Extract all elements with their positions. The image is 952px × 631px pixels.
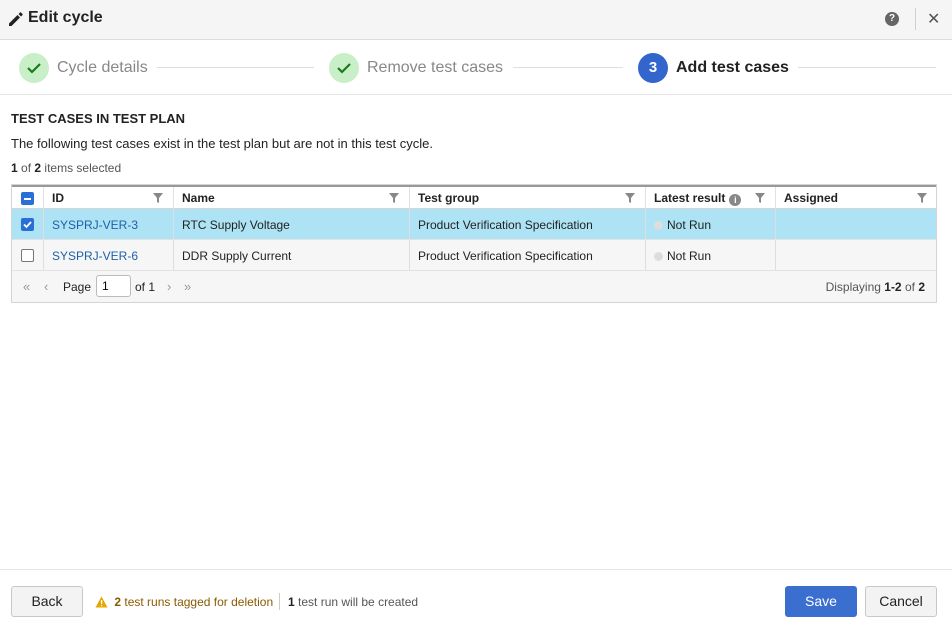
next-page-icon[interactable]: › [167, 279, 171, 294]
display-summary: Displaying 1-2 of 2 [826, 280, 925, 294]
test-group: Product Verification Specification [418, 249, 593, 263]
pencil-icon [9, 12, 23, 26]
wizard-stepper: Cycle details Remove test cases 3 Add te… [0, 40, 952, 95]
help-icon[interactable]: ? [885, 12, 899, 26]
column-header-assigned[interactable]: Assigned [776, 187, 936, 210]
column-label-wrap: Latest result i [654, 191, 742, 206]
filter-icon[interactable] [389, 193, 399, 203]
selection-summary: 1 of 2 items selected [11, 161, 121, 175]
latest-result-cell: Not Run [646, 240, 776, 270]
test-case-id-link[interactable]: SYSPRJ-VER-3 [52, 218, 138, 232]
grid-pager: « ‹ Page of 1 › » Displaying 1-2 of 2 [12, 271, 936, 302]
cancel-button[interactable]: Cancel [865, 586, 937, 617]
name-cell: DDR Supply Current [174, 240, 410, 270]
warning-count: 2 [114, 595, 122, 609]
test-cases-grid: ID Name Test group Latest result i Assign… [11, 184, 937, 303]
dialog-footer: Back 2 test runs tagged for deletion 1 t… [0, 569, 952, 631]
step-remove-test-cases[interactable]: Remove test cases [367, 59, 503, 77]
page-label: Page [63, 280, 92, 294]
row-select-cell [12, 240, 44, 270]
row-checkbox[interactable] [21, 218, 34, 231]
test-case-name: DDR Supply Current [182, 249, 292, 263]
selected-total: 2 [34, 161, 42, 175]
status-dot-icon [654, 221, 663, 230]
latest-result-text: Not Run [667, 249, 712, 263]
edit-cycle-dialog: Edit cycle ? ✕ Cycle details Remove test… [0, 0, 952, 631]
header-divider [915, 8, 916, 30]
deletion-warning: 2 test runs tagged for deletion [95, 595, 273, 609]
filter-icon[interactable] [625, 193, 635, 203]
column-label: Latest result [654, 191, 726, 205]
creation-count: 1 [288, 595, 295, 609]
column-label: ID [52, 191, 64, 205]
table-row[interactable]: SYSPRJ-VER-6 DDR Supply Current Product … [12, 240, 936, 271]
last-page-icon[interactable]: » [184, 279, 191, 294]
latest-result: Not Run [654, 249, 711, 263]
name-cell: RTC Supply Voltage [174, 209, 410, 239]
step-connector [798, 67, 936, 68]
selected-count: 1 [11, 161, 18, 175]
step-cycle-details[interactable]: Cycle details [57, 59, 148, 77]
column-label: Test group [418, 191, 480, 205]
column-header-latest-result[interactable]: Latest result i [646, 187, 776, 210]
filter-icon[interactable] [153, 193, 163, 203]
filter-icon[interactable] [755, 193, 765, 203]
close-icon[interactable]: ✕ [927, 9, 940, 29]
back-button[interactable]: Back [11, 586, 83, 617]
test-case-id-link[interactable]: SYSPRJ-VER-6 [52, 249, 138, 263]
table-row[interactable]: SYSPRJ-VER-3 RTC Supply Voltage Product … [12, 209, 936, 240]
latest-result-cell: Not Run [646, 209, 776, 239]
step-number-badge: 3 [638, 53, 668, 83]
section-description: The following test cases exist in the te… [11, 136, 433, 151]
display-of: of [904, 280, 915, 294]
step-connector [157, 67, 314, 68]
creation-text: test run will be created [298, 595, 419, 609]
row-checkbox[interactable] [21, 249, 34, 262]
column-label: Name [182, 191, 215, 205]
status-dot-icon [654, 252, 663, 261]
select-all-column [12, 187, 44, 210]
step-connector [513, 67, 623, 68]
display-total: 2 [918, 280, 925, 294]
test-group-cell: Product Verification Specification [410, 209, 646, 239]
column-label: Assigned [784, 191, 839, 205]
info-icon[interactable]: i [729, 194, 742, 206]
assigned-cell [776, 240, 936, 270]
display-range: 1-2 [884, 280, 902, 294]
column-header-name[interactable]: Name [174, 187, 410, 210]
dialog-title: Edit cycle [28, 9, 103, 26]
test-group: Product Verification Specification [418, 218, 593, 232]
id-cell: SYSPRJ-VER-3 [44, 209, 174, 239]
footer-divider [279, 593, 280, 610]
display-prefix: Displaying [825, 280, 881, 294]
column-header-test-group[interactable]: Test group [410, 187, 646, 210]
page-number-input[interactable] [96, 275, 131, 297]
id-cell: SYSPRJ-VER-6 [44, 240, 174, 270]
creation-note: 1 test run will be created [288, 595, 418, 609]
test-group-cell: Product Verification Specification [410, 240, 646, 270]
row-select-cell [12, 209, 44, 239]
select-all-checkbox[interactable] [21, 192, 34, 205]
warning-icon [95, 596, 108, 608]
step-cycle-details-check-icon[interactable] [19, 53, 49, 83]
step-remove-test-cases-check-icon[interactable] [329, 53, 359, 83]
section-title: TEST CASES IN TEST PLAN [11, 111, 186, 126]
step-add-test-cases: Add test cases [676, 59, 789, 76]
dialog-header: Edit cycle ? ✕ [0, 0, 952, 40]
filter-icon[interactable] [917, 193, 927, 203]
latest-result-text: Not Run [667, 218, 712, 232]
warning-text: test runs tagged for deletion [124, 595, 274, 609]
prev-page-icon[interactable]: ‹ [44, 279, 48, 294]
selected-suffix: items selected [44, 161, 122, 175]
assigned-cell [776, 209, 936, 239]
latest-result: Not Run [654, 218, 711, 232]
selected-of: of [21, 161, 32, 175]
first-page-icon[interactable]: « [23, 279, 30, 294]
save-button[interactable]: Save [785, 586, 857, 617]
page-of-label: of 1 [135, 280, 156, 294]
column-header-id[interactable]: ID [44, 187, 174, 210]
grid-header: ID Name Test group Latest result i Assign… [12, 185, 936, 210]
test-case-name: RTC Supply Voltage [182, 218, 290, 232]
